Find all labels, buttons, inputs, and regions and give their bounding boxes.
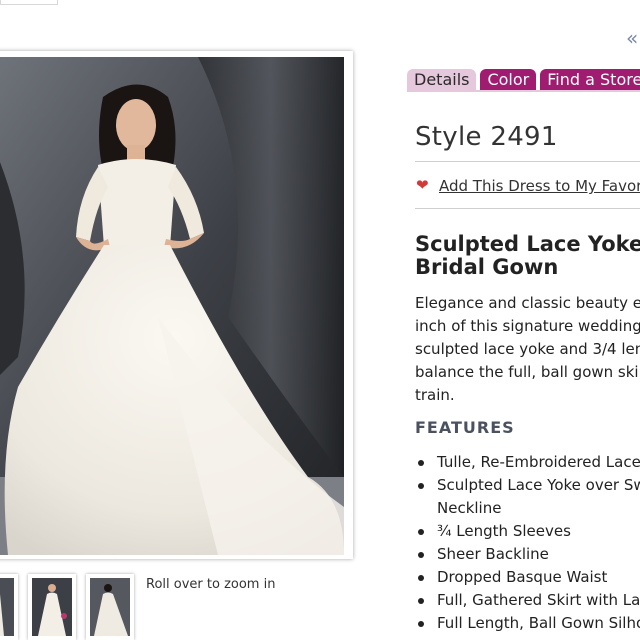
- zoom-hint: Roll over to zoom in: [146, 577, 276, 592]
- description-line: sculpted lace yoke and 3/4 len: [415, 340, 640, 358]
- feature-item: Sculpted Lace Yoke over Sw: [415, 474, 640, 497]
- description-line: inch of this signature wedding d: [415, 317, 640, 335]
- tab-color[interactable]: Color: [480, 69, 537, 91]
- thumbnail-3[interactable]: [86, 574, 134, 640]
- description-line: Elegance and classic beauty ex: [415, 294, 640, 312]
- features-heading: FEATURES: [415, 418, 515, 437]
- tab-underline: [407, 90, 640, 92]
- heart-icon[interactable]: ❤: [416, 176, 429, 194]
- tab-details[interactable]: Details: [407, 69, 477, 91]
- description-line: balance the full, ball gown skirt: [415, 363, 640, 381]
- features-list: Tulle, Re-Embroidered Lace, Sculpted Lac…: [415, 451, 640, 635]
- style-title: Style 2491: [415, 122, 558, 152]
- tab-find-a-store[interactable]: Find a Store: [540, 69, 640, 91]
- gown-name-line-1: Sculpted Lace Yoke A: [415, 232, 640, 256]
- feature-item: Full Length, Ball Gown Silho: [415, 612, 640, 635]
- feature-item: Sheer Backline: [415, 543, 640, 566]
- add-to-favorites-link[interactable]: Add This Dress to My Favor: [439, 177, 640, 195]
- feature-item: Full, Gathered Skirt with Lac: [415, 589, 640, 612]
- description-line: train.: [415, 386, 455, 404]
- top-tab-stub: [0, 0, 58, 5]
- thumbnail-2[interactable]: [28, 574, 76, 640]
- divider: [415, 161, 640, 162]
- divider: [415, 208, 640, 209]
- main-product-photo[interactable]: [0, 57, 344, 555]
- thumbnail-1[interactable]: [0, 574, 18, 640]
- main-photo-frame: [0, 51, 353, 559]
- feature-item: ¾ Length Sleeves: [415, 520, 640, 543]
- feature-item: Dropped Basque Waist: [415, 566, 640, 589]
- gown-name: Sculpted Lace Yoke A Bridal Gown: [415, 233, 640, 279]
- collapse-arrows-icon[interactable]: «: [626, 26, 638, 50]
- gown-description: Elegance and classic beauty ex inch of t…: [415, 292, 640, 407]
- feature-item-continuation: Neckline: [437, 499, 502, 517]
- feature-item: Tulle, Re-Embroidered Lace,: [415, 451, 640, 474]
- detail-tabs: Details Color Find a Store: [407, 69, 640, 91]
- gown-name-line-2: Bridal Gown: [415, 255, 559, 279]
